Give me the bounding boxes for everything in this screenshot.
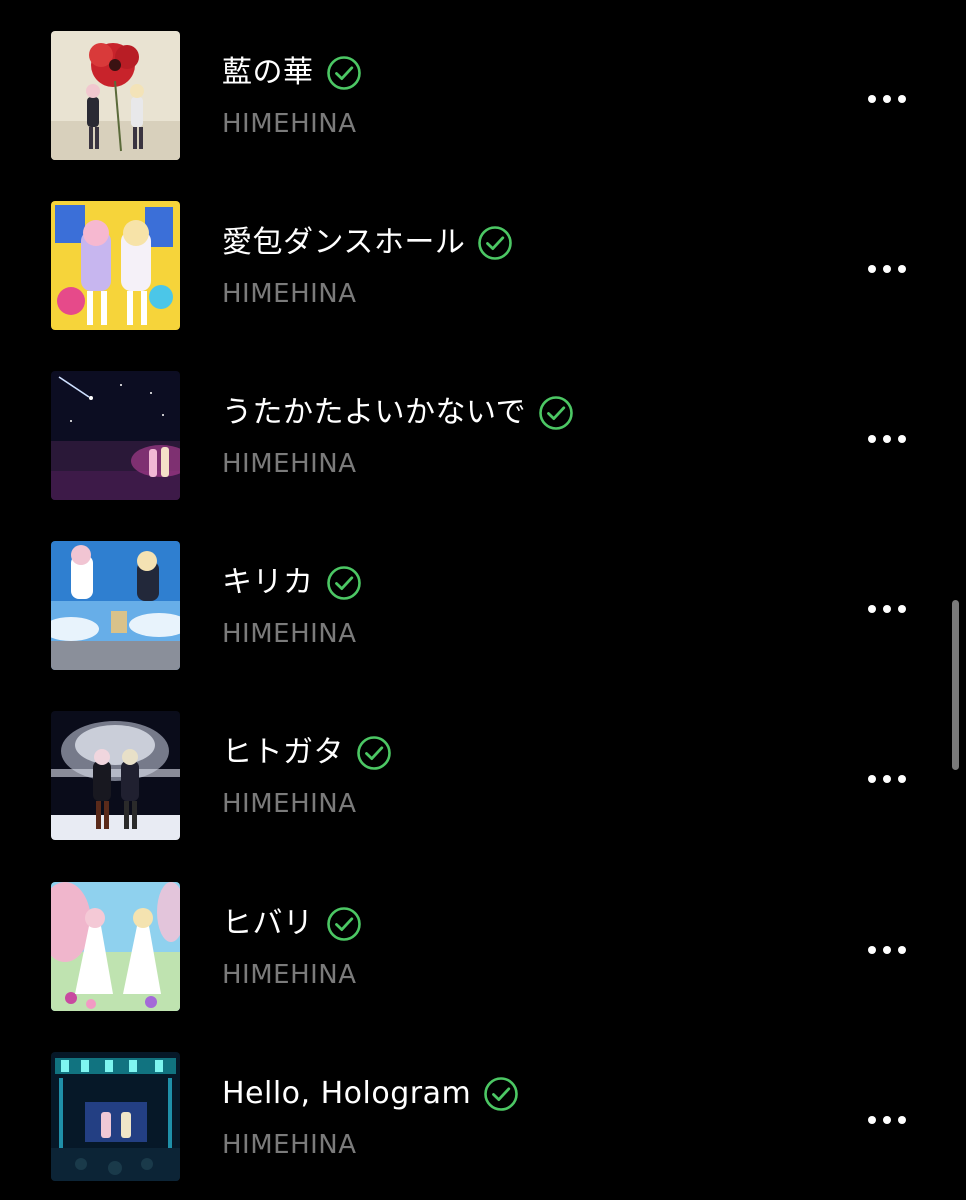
album-art bbox=[51, 31, 180, 160]
check-circle-icon bbox=[326, 906, 362, 942]
track-title: Hello, Hologram bbox=[222, 1076, 472, 1111]
more-options-button[interactable] bbox=[858, 934, 916, 966]
track-artist: HIMEHINA bbox=[222, 279, 357, 309]
more-options-button[interactable] bbox=[858, 763, 916, 795]
more-horizontal-icon bbox=[868, 946, 876, 954]
track-artist: HIMEHINA bbox=[222, 449, 357, 479]
more-options-button[interactable] bbox=[858, 593, 916, 625]
track-artist: HIMEHINA bbox=[222, 109, 357, 139]
more-horizontal-icon bbox=[868, 775, 876, 783]
more-options-button[interactable] bbox=[858, 1104, 916, 1136]
track-artist: HIMEHINA bbox=[222, 1130, 357, 1160]
album-art bbox=[51, 201, 180, 330]
track-title: 藍の華 bbox=[222, 55, 314, 90]
track-row[interactable]: 藍の華 HIMEHINA bbox=[0, 31, 966, 161]
track-row[interactable]: Hello, Hologram HIMEHINA bbox=[0, 1052, 966, 1182]
track-artist: HIMEHINA bbox=[222, 619, 357, 649]
more-options-button[interactable] bbox=[858, 423, 916, 455]
album-art bbox=[51, 371, 180, 500]
track-artist: HIMEHINA bbox=[222, 960, 357, 990]
track-row[interactable]: うたかたよいかないで HIMEHINA bbox=[0, 371, 966, 501]
track-row[interactable]: ヒトガタ HIMEHINA bbox=[0, 711, 966, 841]
more-options-button[interactable] bbox=[858, 83, 916, 115]
track-row[interactable]: 愛包ダンスホール HIMEHINA bbox=[0, 201, 966, 331]
scrollbar-thumb[interactable] bbox=[952, 600, 959, 770]
track-title: 愛包ダンスホール bbox=[222, 225, 466, 260]
check-circle-icon bbox=[538, 395, 574, 431]
track-artist: HIMEHINA bbox=[222, 789, 357, 819]
more-horizontal-icon bbox=[868, 265, 876, 273]
more-horizontal-icon bbox=[868, 435, 876, 443]
track-title: ヒトガタ bbox=[222, 735, 344, 770]
track-row[interactable]: キリカ HIMEHINA bbox=[0, 541, 966, 671]
track-row[interactable]: ヒバリ HIMEHINA bbox=[0, 882, 966, 1012]
check-circle-icon bbox=[483, 1076, 519, 1112]
check-circle-icon bbox=[477, 225, 513, 261]
check-circle-icon bbox=[326, 55, 362, 91]
more-horizontal-icon bbox=[868, 1116, 876, 1124]
check-circle-icon bbox=[356, 735, 392, 771]
album-art bbox=[51, 541, 180, 670]
track-title: うたかたよいかないで bbox=[222, 395, 527, 430]
track-title: ヒバリ bbox=[222, 906, 314, 941]
album-art bbox=[51, 711, 180, 840]
check-circle-icon bbox=[326, 565, 362, 601]
more-horizontal-icon bbox=[868, 95, 876, 103]
track-title: キリカ bbox=[222, 565, 314, 600]
album-art bbox=[51, 882, 180, 1011]
more-options-button[interactable] bbox=[858, 253, 916, 285]
track-list: 藍の華 HIMEHINA 愛包ダンスホール HIMEHINA うたかたよいかない… bbox=[0, 0, 966, 1200]
album-art bbox=[51, 1052, 180, 1181]
more-horizontal-icon bbox=[868, 605, 876, 613]
